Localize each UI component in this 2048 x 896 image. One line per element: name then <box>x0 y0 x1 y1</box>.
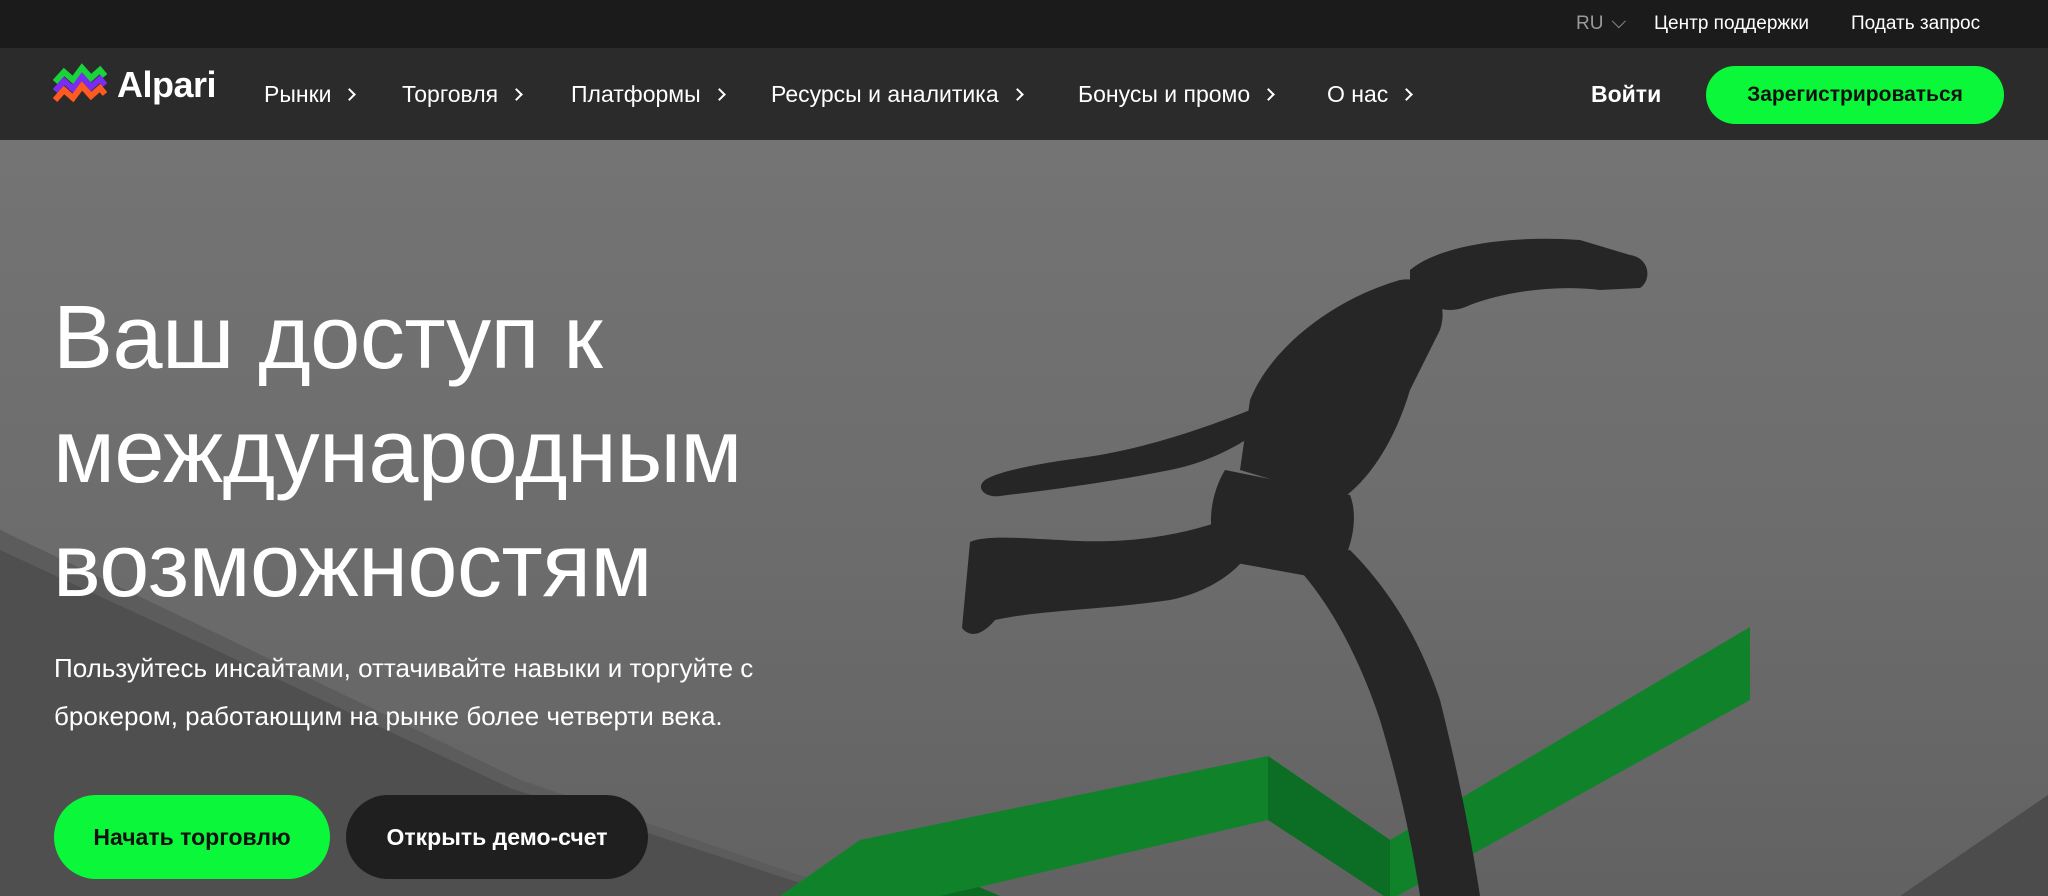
top-utility-bar: RU Центр поддержки Подать запрос <box>0 0 2048 48</box>
building-shape <box>1900 795 2048 896</box>
subtitle-line: брокером, работающим на рынке более четв… <box>54 701 723 731</box>
login-button[interactable]: Войти <box>1591 48 1661 140</box>
chevron-down-icon <box>1612 14 1627 29</box>
nav-item-markets[interactable]: Рынки <box>264 48 357 140</box>
logo-text: Alpari <box>117 64 217 105</box>
alpari-logo-icon <box>53 63 107 103</box>
chevron-right-icon <box>712 88 726 101</box>
chevron-right-icon <box>510 88 523 101</box>
nav-item-label: О нас <box>1327 80 1389 107</box>
nav-item-platforms[interactable]: Платформы <box>571 48 726 140</box>
headline-line: возможностям <box>53 516 652 616</box>
green-zigzag <box>780 627 1750 896</box>
headline-line: международным <box>53 402 742 502</box>
headline-line: Ваш доступ к <box>53 288 603 388</box>
language-label: RU <box>1576 13 1604 34</box>
green-zigzag-highlight <box>1268 756 1390 896</box>
register-button[interactable]: Зарегистрироваться <box>1706 66 2004 124</box>
nav-item-trading[interactable]: Торговля <box>402 48 523 140</box>
submit-request-link[interactable]: Подать запрос <box>1851 0 1980 48</box>
nav-item-label: Ресурсы и аналитика <box>771 80 999 107</box>
logo[interactable]: Alpari <box>53 62 217 108</box>
nav-item-label: Рынки <box>264 80 332 107</box>
hero-subtitle: Пользуйтесь инсайтами, оттачивайте навык… <box>54 644 854 740</box>
open-demo-account-button[interactable]: Открыть демо-счет <box>346 795 648 879</box>
chevron-right-icon <box>343 88 357 101</box>
chevron-right-icon <box>1262 88 1276 101</box>
nav-item-resources[interactable]: Ресурсы и аналитика <box>771 48 1024 140</box>
support-center-link[interactable]: Центр поддержки <box>1654 0 1809 48</box>
nav-item-bonuses[interactable]: Бонусы и промо <box>1078 48 1276 140</box>
start-trading-button[interactable]: Начать торговлю <box>54 795 330 879</box>
subtitle-line: Пользуйтесь инсайтами, оттачивайте навык… <box>54 653 754 683</box>
chevron-right-icon <box>1400 88 1414 101</box>
nav-item-label: Бонусы и промо <box>1078 80 1251 107</box>
language-selector[interactable]: RU <box>1576 0 1627 48</box>
nav-item-about[interactable]: О нас <box>1327 48 1414 140</box>
hero-headline: Ваш доступ к международным возможностям <box>53 281 953 623</box>
nav-item-label: Торговля <box>402 80 499 107</box>
hero-section: Ваш доступ к международным возможностям … <box>0 140 2048 896</box>
main-navbar: Alpari Рынки Торговля Платформы Ресурсы … <box>0 48 2048 140</box>
chevron-right-icon <box>1010 88 1024 101</box>
nav-item-label: Платформы <box>571 80 701 107</box>
